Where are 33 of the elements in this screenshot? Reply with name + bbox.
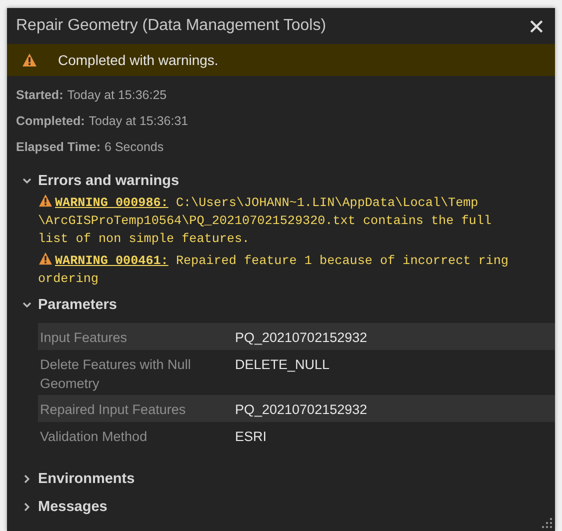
warning-code-link[interactable]: WARNING 000461: bbox=[55, 254, 168, 268]
chevron-down-icon[interactable] bbox=[22, 300, 32, 310]
parameter-value: ESRI bbox=[235, 428, 267, 446]
summary-label: Elapsed Time: bbox=[16, 140, 101, 154]
section-header[interactable]: Parameters bbox=[38, 297, 117, 313]
chevron-right-icon[interactable] bbox=[22, 474, 32, 484]
section-header[interactable]: Messages bbox=[38, 499, 108, 515]
chevron-down-icon[interactable] bbox=[22, 176, 32, 186]
parameter-name: Input Features bbox=[39, 329, 128, 347]
warning-message: WARNING 000986: C:\Users\JOHANN~1.LIN\AppData\Local\Temp \ArcGISProTemp10564\PQ_202107021529320.txt contains the full list of non simple features. bbox=[38, 194, 492, 248]
parameter-name: Delete Features with Null Geometry bbox=[39, 356, 192, 393]
section-header[interactable]: Errors and warnings bbox=[38, 173, 180, 189]
parameter-value: PQ_20210702152932 bbox=[235, 329, 368, 347]
warning-code-link[interactable]: WARNING 000986: bbox=[55, 196, 168, 210]
summary-value: 6 Seconds bbox=[104, 140, 164, 154]
parameter-name: Repaired Input Features bbox=[39, 401, 187, 419]
warning-icon bbox=[38, 252, 53, 265]
chevron-right-icon[interactable] bbox=[22, 502, 32, 512]
warning-icon bbox=[22, 53, 37, 67]
close-button[interactable] bbox=[528, 18, 545, 34]
parameter-value: PQ_20210702152932 bbox=[235, 401, 368, 419]
window-title: Repair Geometry (Data Management Tools) bbox=[16, 17, 326, 35]
section-header[interactable]: Environments bbox=[38, 471, 135, 487]
summary-label: Started: bbox=[16, 88, 64, 102]
resize-grip-icon[interactable] bbox=[542, 518, 552, 528]
summary-label: Completed: bbox=[16, 114, 85, 128]
warning-icon bbox=[38, 194, 53, 207]
status-message: Completed with warnings. bbox=[58, 52, 218, 68]
summary-value: Today at 15:36:25 bbox=[67, 88, 167, 102]
parameter-value: DELETE_NULL bbox=[235, 356, 330, 374]
parameter-name: Validation Method bbox=[39, 428, 148, 446]
summary-value: Today at 15:36:31 bbox=[88, 114, 188, 128]
warning-message: WARNING 000461: Repaired feature 1 because of incorrect ring ordering bbox=[38, 252, 510, 288]
